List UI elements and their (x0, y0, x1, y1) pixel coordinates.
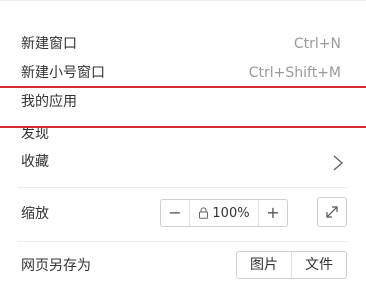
new-small-window-label: 新建小号窗口 (21, 65, 105, 81)
zoom-value-display[interactable]: 100% (189, 200, 259, 226)
menu-item-new-window[interactable]: 新建窗口 Ctrl+N (0, 34, 366, 54)
zoom-in-button[interactable]: + (258, 200, 287, 226)
menu-item-my-apps[interactable]: 我的应用 (0, 92, 366, 112)
divider (18, 187, 348, 188)
zoom-control: − 100% + (160, 199, 288, 227)
my-apps-label: 我的应用 (21, 94, 77, 110)
zoom-label: 缩放 (21, 206, 49, 222)
menu-item-zoom: 缩放 − 100% + (0, 196, 366, 232)
fullscreen-icon (326, 206, 338, 218)
highlight-border-top (0, 86, 366, 88)
lock-icon (199, 207, 209, 219)
new-small-window-shortcut: Ctrl+Shift+M (248, 65, 341, 81)
favorites-label: 收藏 (21, 154, 49, 170)
new-window-label: 新建窗口 (21, 36, 77, 52)
menu-item-favorites[interactable]: 收藏 (0, 152, 366, 174)
menu-item-new-small-window[interactable]: 新建小号窗口 Ctrl+Shift+M (0, 63, 366, 83)
top-divider (0, 0, 366, 1)
save-as-file-button[interactable]: 文件 (292, 252, 346, 278)
chevron-right-icon (333, 155, 344, 171)
new-window-shortcut: Ctrl+N (293, 36, 341, 52)
divider (18, 241, 348, 242)
save-as-label: 网页另存为 (21, 258, 91, 274)
highlight-border-bottom (0, 126, 366, 128)
zoom-out-button[interactable]: − (161, 200, 190, 226)
save-as-options: 图片 文件 (236, 251, 347, 279)
browser-menu: 新建窗口 Ctrl+N 新建小号窗口 Ctrl+Shift+M 我的应用 发现 … (0, 0, 366, 286)
fullscreen-button[interactable] (317, 197, 347, 227)
save-as-image-button[interactable]: 图片 (237, 252, 292, 278)
menu-item-save-as: 网页另存为 图片 文件 (0, 248, 366, 284)
zoom-value: 100% (212, 205, 250, 221)
